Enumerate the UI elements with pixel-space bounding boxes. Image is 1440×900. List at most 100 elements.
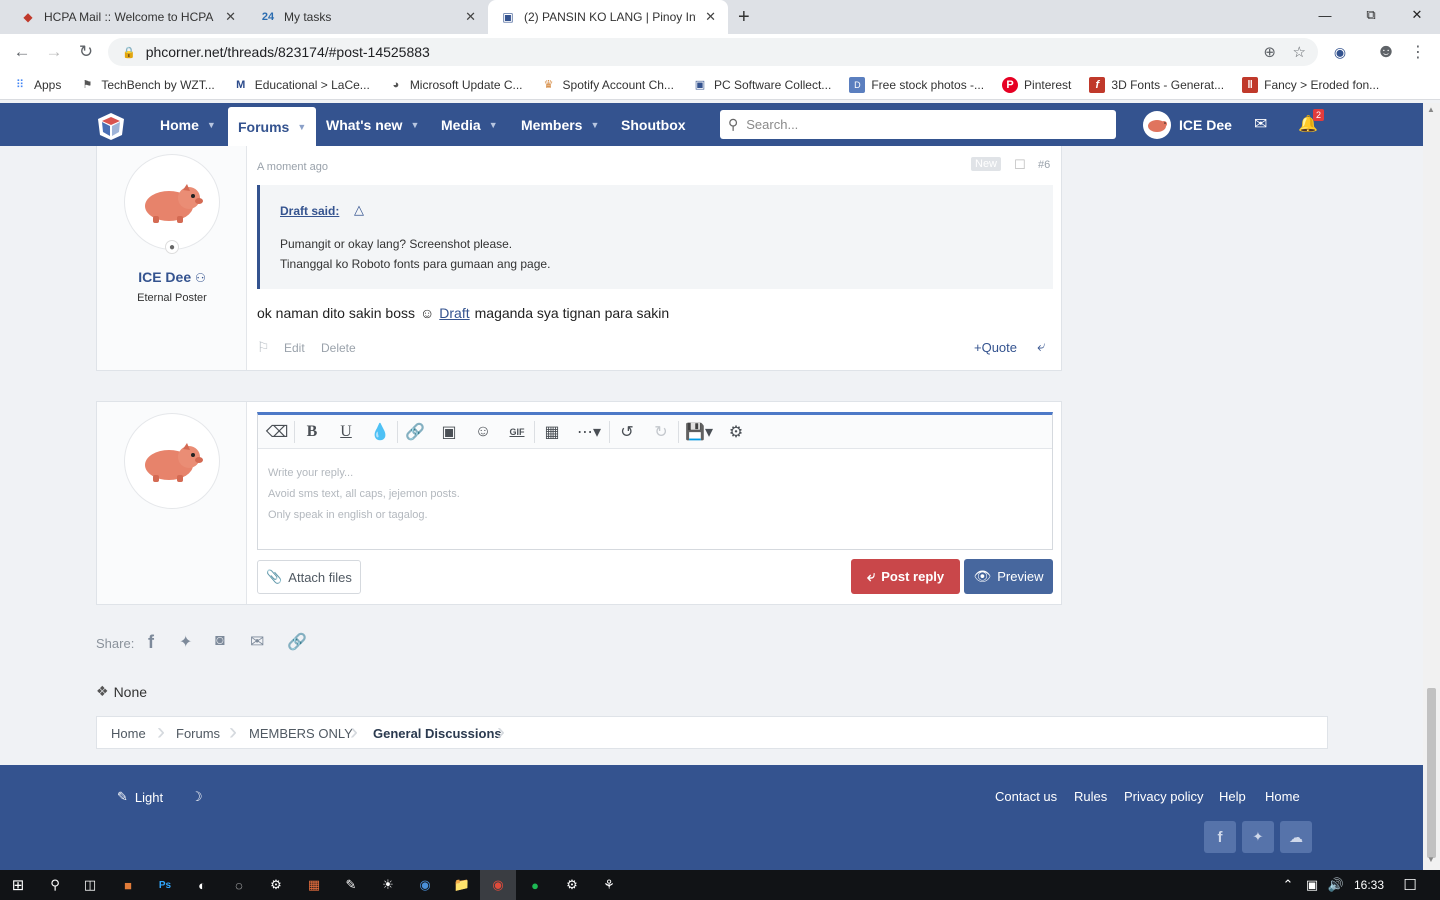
settings-gear-icon[interactable]: ⚙	[719, 417, 753, 447]
tab-hcpa-mail[interactable]: ◆ HCPA Mail :: Welcome to HCPA M ✕	[8, 0, 248, 34]
tab-phcorner[interactable]: ▣ (2) PANSIN KO LANG | Pinoy Inte ✕	[488, 0, 728, 34]
post-time[interactable]: A moment ago	[257, 161, 328, 173]
notifications-icon[interactable]: ☐	[1392, 870, 1428, 900]
star-icon[interactable]: ☆	[1293, 43, 1306, 61]
bookmark-fancy[interactable]: ‖ Fancy > Eroded fon...	[1242, 76, 1379, 93]
reload-icon[interactable]: ↻	[72, 38, 100, 66]
quote-button[interactable]: +Quote	[974, 340, 1017, 355]
report-icon[interactable]: ⚐	[257, 339, 270, 356]
gif-icon[interactable]: GIF	[500, 417, 534, 447]
footer-privacy[interactable]: Privacy policy	[1124, 789, 1203, 804]
breadcrumb-forums[interactable]: Forums	[176, 717, 220, 749]
app-icon[interactable]: ◌	[221, 870, 257, 900]
drafts-icon[interactable]: 💾▾	[679, 417, 719, 447]
facebook-icon[interactable]: f	[1204, 821, 1236, 853]
bookmark-3d-fonts[interactable]: f 3D Fonts - Generat...	[1089, 76, 1224, 93]
quote-author-link[interactable]: Draft said:	[280, 204, 339, 218]
bookmark-spotify[interactable]: ♛ Spotify Account Ch...	[541, 77, 674, 93]
user-avatar[interactable]	[124, 413, 220, 509]
chevron-down-icon[interactable]: ▼	[410, 120, 419, 130]
post-author[interactable]: ICE Dee ⚇	[97, 269, 247, 285]
chevron-down-icon[interactable]: ▼	[489, 120, 498, 130]
minimize-icon[interactable]: —	[1302, 0, 1348, 30]
scroll-down-icon[interactable]: ▼	[1427, 855, 1435, 864]
file-explorer-icon[interactable]: 📁	[444, 870, 480, 900]
quote-jump-icon[interactable]: △	[354, 202, 364, 218]
bookmark-techbench[interactable]: ⚑ TechBench by WZT...	[79, 77, 214, 93]
new-tab-icon[interactable]: +	[738, 6, 750, 29]
chrome-icon[interactable]: ◉	[480, 870, 516, 900]
email-icon[interactable]: ✉	[250, 632, 264, 652]
footer-rules[interactable]: Rules	[1074, 789, 1107, 804]
post-reply-button[interactable]: ⤶ Post reply	[851, 559, 960, 594]
more-icon[interactable]: ⋯▾	[569, 417, 609, 447]
close-tab-icon[interactable]: ✕	[705, 9, 716, 25]
back-icon[interactable]: ←	[8, 38, 36, 66]
pen-icon[interactable]: ✎	[333, 870, 369, 900]
nav-shoutbox[interactable]: Shoutbox	[621, 103, 686, 146]
preview-button[interactable]: 👁 Preview	[964, 559, 1053, 594]
address-bar[interactable]: 🔒 phcorner.net/threads/823174/#post-1452…	[108, 38, 1318, 66]
footer-contact[interactable]: Contact us	[995, 789, 1057, 804]
link-icon[interactable]: 🔗	[287, 632, 307, 652]
close-tab-icon[interactable]: ✕	[465, 9, 476, 25]
undo-icon[interactable]: ↺	[610, 417, 644, 447]
breadcrumb-general-discussions[interactable]: General Discussions	[373, 717, 502, 749]
app-icon[interactable]: ☀	[370, 870, 406, 900]
nav-members[interactable]: Members ▼	[521, 103, 599, 146]
restore-icon[interactable]: ⧉	[1348, 0, 1394, 30]
page-scrollbar[interactable]: ▲ ▼	[1423, 103, 1440, 870]
app-icon[interactable]: ⚘	[591, 870, 627, 900]
eraser-icon[interactable]: ⌫	[260, 417, 294, 447]
bookmark-microsoft-update[interactable]: ◕ Microsoft Update C...	[388, 77, 522, 93]
footer-help[interactable]: Help	[1219, 789, 1246, 804]
settings-gear-icon[interactable]: ⚙	[554, 870, 590, 900]
photoshop-icon[interactable]: Ps	[147, 870, 183, 900]
reply-textarea[interactable]: Write your reply... Avoid sms text, all …	[268, 463, 460, 526]
windows-start-icon[interactable]: ⊞	[0, 870, 36, 900]
chevron-down-icon[interactable]: ▼	[297, 122, 306, 132]
app-icon[interactable]: ⚙	[258, 870, 294, 900]
bookmark-pinterest[interactable]: P Pinterest	[1002, 76, 1071, 93]
volume-icon[interactable]: 🔊	[1324, 870, 1348, 900]
site-logo-icon[interactable]	[96, 111, 126, 141]
nav-forums[interactable]: Forums ▼	[228, 107, 317, 146]
add-icon[interactable]: ⊕	[1263, 43, 1276, 61]
scroll-up-icon[interactable]: ▲	[1427, 105, 1435, 114]
facebook-icon[interactable]: f	[148, 632, 154, 653]
menu-icon[interactable]: ⋮	[1404, 38, 1432, 66]
twitter-icon[interactable]: ✦	[1242, 821, 1274, 853]
breadcrumb-home[interactable]: Home	[111, 717, 146, 749]
close-tab-icon[interactable]: ✕	[225, 9, 236, 25]
clock[interactable]: 16:33	[1354, 878, 1384, 892]
underline-icon[interactable]: U	[329, 417, 363, 447]
reddit-icon[interactable]: ◙	[215, 632, 225, 650]
post-number[interactable]: #6	[1038, 159, 1050, 171]
tab-my-tasks[interactable]: 24 My tasks ✕	[248, 0, 488, 34]
attach-files-button[interactable]: 📎 Attach files	[257, 560, 361, 594]
color-drop-icon[interactable]: 💧	[363, 417, 397, 447]
breadcrumb-members-only[interactable]: MEMBERS ONLY	[249, 717, 353, 749]
bookmark-educational[interactable]: M Educational > LaCe...	[233, 77, 370, 93]
edit-link[interactable]: Edit	[284, 341, 305, 355]
chevron-down-icon[interactable]: ▼	[207, 120, 216, 130]
extension-icon[interactable]: ◉	[1326, 38, 1354, 66]
app-icon[interactable]: ◐	[184, 870, 220, 900]
footer-home[interactable]: Home	[1265, 789, 1300, 804]
bookmark-icon[interactable]: ☐	[1014, 157, 1026, 173]
spotify-icon[interactable]: ●	[517, 870, 553, 900]
user-avatar[interactable]	[124, 154, 220, 250]
bookmark-pc-software[interactable]: ▣ PC Software Collect...	[692, 77, 832, 93]
nav-media[interactable]: Media ▼	[441, 103, 498, 146]
reply-icon[interactable]: ⤶	[1037, 338, 1045, 355]
search-input[interactable]: ⚲ Search...	[720, 110, 1116, 139]
chevron-up-icon[interactable]: ⌃	[1276, 870, 1300, 900]
nav-home[interactable]: Home ▼	[160, 103, 216, 146]
app-icon[interactable]: ▦	[296, 870, 332, 900]
bold-icon[interactable]: B	[295, 417, 329, 447]
forward-icon[interactable]: →	[40, 38, 68, 66]
bookmark-apps[interactable]: ⠿ Apps	[12, 77, 61, 93]
image-icon[interactable]: ▣	[432, 417, 466, 447]
profile-icon[interactable]: ☻	[1372, 38, 1400, 66]
twitter-icon[interactable]: ✦	[179, 632, 192, 652]
